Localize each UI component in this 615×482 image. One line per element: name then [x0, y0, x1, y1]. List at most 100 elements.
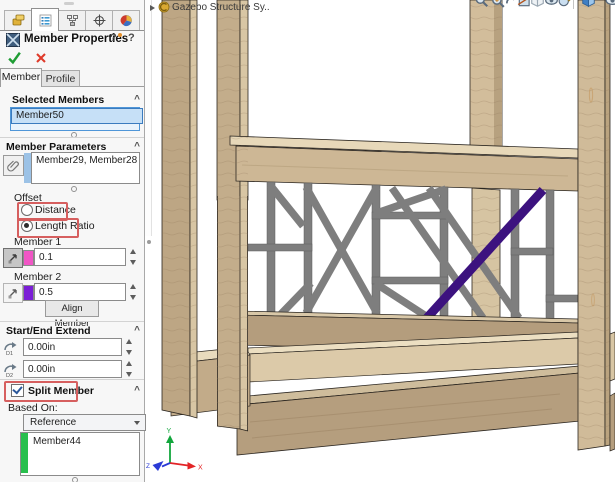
check-mark	[12, 384, 22, 395]
member1-select-button[interactable]	[3, 248, 23, 268]
member2-value-input[interactable]	[34, 283, 126, 301]
member-parameters-box[interactable]: Member29, Member28	[31, 152, 140, 184]
collapse-chevron[interactable]: ^	[131, 94, 143, 105]
tab-displaymanager[interactable]	[112, 10, 140, 30]
z-axis-label: Z	[146, 463, 150, 470]
member1-label: Member 1	[14, 236, 61, 248]
begin-extend-icon: D1	[3, 340, 19, 356]
tab-profile[interactable]: Profile	[41, 70, 80, 87]
splitter-grip[interactable]	[147, 240, 151, 244]
split-member-checkbox[interactable]	[11, 384, 24, 397]
adjacent-bay-wood[interactable]	[610, 332, 615, 451]
cancel-button[interactable]	[35, 52, 47, 64]
member-parameters-value: Member29, Member28	[32, 153, 139, 166]
svg-text:D1: D1	[6, 351, 13, 356]
radio-distance-label[interactable]: Distance	[35, 204, 76, 216]
end-extend-icon: D2	[3, 362, 19, 378]
member2-select-button[interactable]	[3, 283, 23, 303]
radio-distance[interactable]	[21, 204, 33, 216]
property-manager-panel: Member Properties ? ? Member Profile Sel…	[0, 0, 145, 482]
left-post-lower[interactable]	[217, 4, 248, 431]
start-extend-input[interactable]	[23, 338, 122, 356]
propertymanager-icon	[39, 14, 52, 27]
start-end-extend-header: Start/End Extend	[6, 325, 91, 337]
displaymanager-icon	[120, 14, 133, 27]
member1-color-swatch	[23, 250, 34, 266]
member2-label: Member 2	[14, 271, 61, 283]
member1-spinner[interactable]	[128, 249, 137, 265]
offset-label: Offset	[14, 192, 42, 204]
display-style-icon[interactable]	[530, 0, 545, 8]
member2-color-swatch	[23, 285, 34, 301]
feature-tree-label[interactable]: Gazebo Structure Sy..	[172, 2, 270, 13]
graphics-viewport[interactable]: Y X Z Gazebo Structure Sy..	[145, 0, 615, 482]
end-extend-spinner[interactable]	[124, 361, 133, 377]
x-axis	[170, 463, 188, 466]
split-members-listbox[interactable]: Member44	[20, 432, 140, 476]
orientation-triad: Y X Z	[146, 428, 203, 472]
member-properties-icon	[6, 33, 20, 47]
dimxpertmanager-icon	[93, 14, 106, 27]
gazebo-structure-model[interactable]: Y X Z	[145, 0, 615, 482]
collapse-chevron[interactable]: ^	[131, 141, 143, 152]
selected-members-header: Selected Members	[12, 94, 104, 106]
list-item[interactable]: Member50	[11, 108, 143, 124]
featuremanager-tree-icon	[12, 14, 25, 27]
dropdown-value: Reference	[30, 417, 76, 428]
y-arrowhead	[166, 435, 174, 443]
whats-new-star	[118, 33, 122, 37]
radio-length-ratio[interactable]	[21, 220, 33, 232]
view-orientation-icon[interactable]	[581, 0, 596, 8]
link-members-button[interactable]	[3, 155, 24, 176]
divider	[0, 137, 144, 138]
chevron-down-icon	[134, 421, 140, 425]
list-item[interactable]: Member44	[33, 436, 81, 447]
tab-strip-line	[0, 30, 144, 31]
ok-button[interactable]	[7, 50, 22, 65]
svg-text:D2: D2	[6, 373, 13, 378]
corner-post[interactable]	[162, 0, 197, 418]
select-member-icon	[7, 252, 19, 264]
tree-expand-arrow[interactable]	[150, 5, 155, 11]
visibility-icon[interactable]	[605, 0, 615, 8]
resize-grip[interactable]	[71, 186, 77, 192]
edit-appearance-icon[interactable]	[558, 0, 573, 8]
hide-show-items-icon[interactable]	[544, 0, 559, 8]
zoom-to-fit-icon[interactable]	[474, 0, 489, 8]
panel-splitter[interactable]	[145, 0, 152, 236]
radio-length-ratio-label[interactable]: Length Ratio	[35, 220, 95, 232]
split-member-header[interactable]: Split Member	[28, 385, 94, 397]
callout-color-bar	[24, 153, 31, 183]
resize-grip[interactable]	[72, 477, 78, 482]
tab-propertymanager[interactable]	[31, 8, 59, 31]
select-member-icon	[7, 287, 19, 299]
y-axis-label: Y	[167, 428, 172, 435]
based-on-dropdown[interactable]: Reference	[23, 414, 146, 431]
top-rail[interactable]	[230, 136, 578, 191]
right-post[interactable]	[578, 0, 610, 450]
selected-members-listbox[interactable]: Member50	[10, 107, 140, 131]
split-color-bar	[21, 433, 28, 473]
tab-featuremanager[interactable]	[4, 10, 32, 30]
collapse-chevron[interactable]: ^	[131, 325, 143, 336]
panel-handle[interactable]	[64, 2, 74, 5]
whats-new-icon[interactable]: ?	[110, 32, 117, 44]
zoom-to-area-icon[interactable]	[490, 0, 505, 8]
tab-member[interactable]: Member	[0, 68, 42, 87]
tab-configurationmanager[interactable]	[58, 10, 86, 30]
x-axis-label: X	[198, 465, 203, 472]
toolbar-separator	[573, 0, 574, 9]
member1-value-input[interactable]	[34, 248, 126, 266]
end-extend-input[interactable]	[23, 360, 122, 378]
help-icon[interactable]: ?	[128, 32, 135, 44]
start-extend-spinner[interactable]	[124, 339, 133, 355]
align-member-button[interactable]: Align Member	[45, 300, 99, 317]
member2-spinner[interactable]	[128, 284, 137, 300]
wall-stud[interactable]	[470, 0, 502, 152]
configurationmanager-icon	[66, 14, 79, 27]
tab-dimxpertmanager[interactable]	[85, 10, 113, 30]
paperclip-icon	[7, 159, 20, 172]
divider	[0, 321, 144, 322]
collapse-chevron[interactable]: ^	[131, 385, 143, 396]
x-arrowhead	[188, 462, 197, 470]
